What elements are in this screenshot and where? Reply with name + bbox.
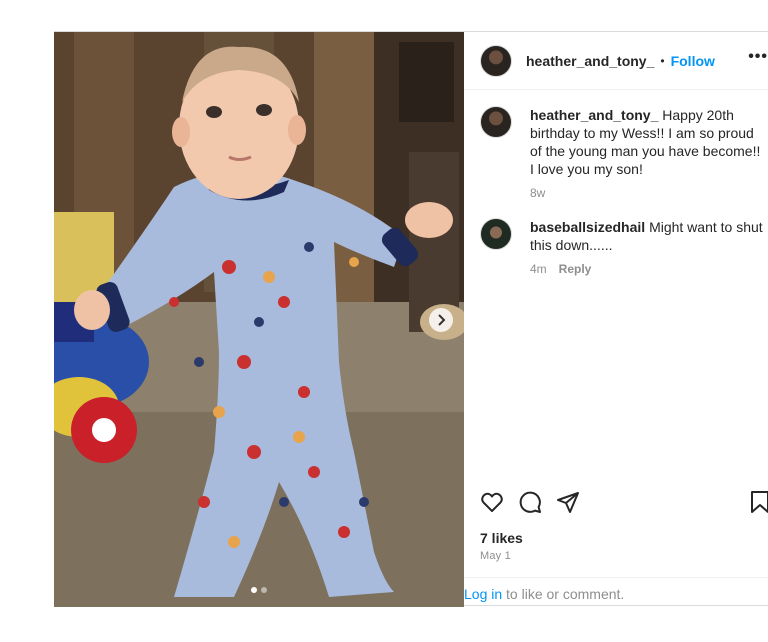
carousel-dot	[261, 587, 267, 593]
avatar[interactable]	[480, 106, 512, 138]
post-side-panel: heather_and_tony_ • Follow ••• heather_a…	[464, 32, 768, 607]
chevron-right-icon	[438, 314, 446, 326]
post-header: heather_and_tony_ • Follow •••	[464, 32, 768, 90]
likes-count[interactable]: 7 likes	[480, 530, 523, 546]
caption-comment: heather_and_tony_ Happy 20th birthday to…	[480, 106, 768, 200]
carousel-indicator	[54, 587, 464, 593]
carousel-next-button[interactable]	[429, 308, 453, 332]
comment-icon[interactable]	[518, 490, 542, 519]
baby-photo-illustration	[54, 32, 464, 607]
post-photo[interactable]	[54, 32, 464, 607]
action-bar	[480, 490, 768, 514]
more-options-icon[interactable]: •••	[748, 48, 768, 66]
comment-time[interactable]: 4m	[530, 262, 547, 276]
avatar[interactable]	[480, 218, 512, 250]
bookmark-icon[interactable]	[750, 490, 768, 519]
comment: baseballsizedhail Might want to shut thi…	[480, 218, 768, 276]
header-username[interactable]: heather_and_tony_	[526, 53, 654, 69]
comment-text: baseballsizedhail Might want to shut thi…	[530, 218, 766, 254]
login-prompt: Log in to like or comment.	[464, 577, 768, 607]
comment-text: heather_and_tony_ Happy 20th birthday to…	[530, 106, 766, 178]
login-prompt-text: to like or comment.	[502, 586, 625, 602]
comment-username[interactable]: baseballsizedhail	[530, 219, 645, 235]
comment-meta: 4m Reply	[530, 262, 766, 276]
instagram-post: heather_and_tony_ • Follow ••• heather_a…	[54, 31, 768, 607]
carousel-dot-active	[251, 587, 257, 593]
avatar[interactable]	[480, 44, 512, 77]
heart-icon[interactable]	[480, 490, 504, 519]
separator-dot: •	[660, 53, 665, 68]
follow-button[interactable]: Follow	[671, 53, 715, 69]
comment-username[interactable]: heather_and_tony_	[530, 107, 658, 123]
send-icon[interactable]	[556, 490, 580, 519]
reply-button[interactable]: Reply	[559, 262, 592, 276]
login-link[interactable]: Log in	[464, 586, 502, 602]
comment-time[interactable]: 8w	[530, 186, 545, 200]
post-date[interactable]: May 1	[480, 550, 511, 562]
comment-meta: 8w	[530, 186, 766, 200]
